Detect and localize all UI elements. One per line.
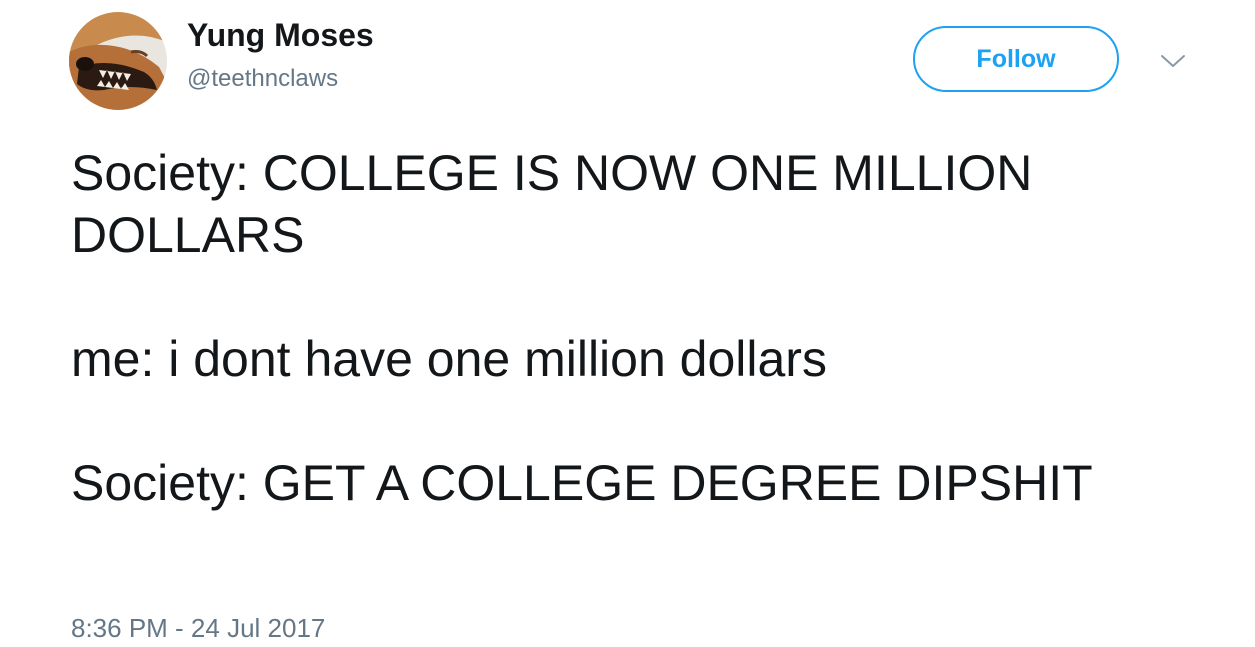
chevron-down-icon [1161, 55, 1185, 67]
follow-button[interactable]: Follow [913, 26, 1119, 92]
display-name[interactable]: Yung Moses [187, 16, 374, 54]
avatar[interactable] [69, 12, 167, 110]
tweet-text: Society: COLLEGE IS NOW ONE MILLION DOLL… [71, 142, 1191, 514]
dog-avatar-icon [69, 12, 167, 110]
user-handle[interactable]: @teethnclaws [187, 64, 338, 94]
tweet-line: me: i dont have one million dollars [71, 331, 827, 387]
tweet-line: Society: GET A COLLEGE DEGREE DIPSHIT [71, 455, 1093, 511]
tweet-timestamp[interactable]: 8:36 PM - 24 Jul 2017 [71, 612, 325, 644]
more-options-button[interactable] [1158, 50, 1188, 72]
tweet-line: Society: COLLEGE IS NOW ONE MILLION DOLL… [71, 145, 1033, 263]
tweet-card: Yung Moses @teethnclaws Follow Society: … [0, 0, 1255, 647]
